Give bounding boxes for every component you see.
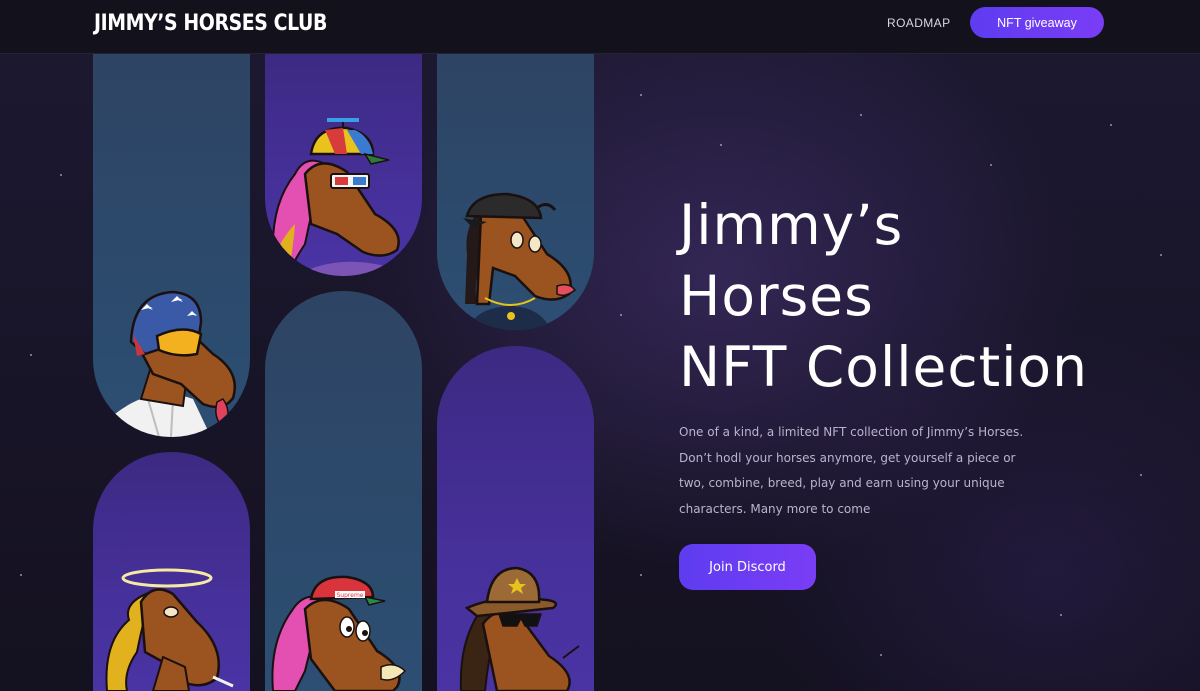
top-navbar: JIMMY’S HORSES CLUB ROADMAP NFT giveaway xyxy=(0,0,1200,54)
gallery-card-backwards-cap xyxy=(437,54,594,330)
gallery-card-halo xyxy=(93,452,250,691)
hero-title-line-1: Jimmy’s xyxy=(679,193,904,257)
gallery-card-flag-helmet xyxy=(93,54,250,437)
gallery-card-supreme-cap: Supreme xyxy=(265,291,422,691)
nav-link-roadmap[interactable]: ROADMAP xyxy=(887,16,950,30)
nft-giveaway-button[interactable]: NFT giveaway xyxy=(970,7,1104,38)
horse-backwards-cap-illustration xyxy=(463,192,577,330)
horse-flag-helmet-illustration xyxy=(115,290,236,437)
gallery-card-cowboy-hat xyxy=(437,346,594,691)
hero-description: One of a kind, a limited NFT collection … xyxy=(679,425,1024,516)
join-discord-button[interactable]: Join Discord xyxy=(679,544,816,590)
hero-title: Jimmy’s Horses NFT Collection xyxy=(679,190,1149,403)
gallery-card-propeller-cap xyxy=(265,54,422,276)
supreme-cap-text: Supreme xyxy=(337,592,364,599)
site-logo[interactable]: JIMMY’S HORSES CLUB xyxy=(94,11,327,36)
horse-supreme-cap-illustration: Supreme xyxy=(271,575,407,691)
horse-cowboy-hat-illustration xyxy=(459,566,580,691)
horse-propeller-cap-illustration xyxy=(271,118,400,276)
horse-halo-illustration xyxy=(105,568,234,691)
hero-title-line-3: NFT Collection xyxy=(679,335,1088,399)
hero-title-line-2: Horses xyxy=(679,264,874,328)
